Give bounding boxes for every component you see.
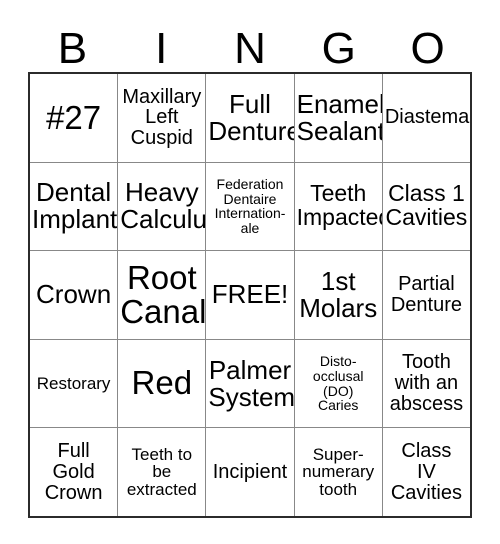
bingo-cell-i4[interactable]: Red bbox=[118, 339, 207, 428]
bingo-cell-label: Enamel Sealant bbox=[296, 88, 383, 146]
bingo-cell-label: Teeth Impacted bbox=[296, 180, 383, 231]
bingo-cell-label: #27 bbox=[46, 98, 102, 136]
bingo-cell-n4[interactable]: Palmer System bbox=[206, 339, 295, 428]
bingo-cell-o2[interactable]: Class 1 Cavities bbox=[382, 162, 471, 251]
bingo-cell-i3[interactable]: Root Canal bbox=[118, 251, 207, 339]
bingo-cell-label: Teeth to be extracted bbox=[126, 444, 197, 499]
bingo-cell-b5[interactable]: Full Gold Crown bbox=[30, 428, 119, 516]
bingo-cell-g3[interactable]: 1st Molars bbox=[294, 251, 383, 339]
bingo-cell-label: Crown bbox=[36, 279, 112, 310]
bingo-header-row: B I N G O bbox=[28, 14, 472, 72]
bingo-free-space-label: FREE! bbox=[211, 279, 289, 310]
bingo-cell-label: Tooth with an abscess bbox=[389, 351, 464, 415]
bingo-cell-label: Red bbox=[131, 364, 193, 402]
bingo-row: Dental Implant Heavy Calculus Federation… bbox=[30, 162, 471, 252]
bingo-cell-i5[interactable]: Teeth to be extracted bbox=[118, 428, 207, 516]
bingo-header-letter-n: N bbox=[234, 24, 266, 73]
bingo-card: B I N G O #27 Maxillary Left Cuspid Full… bbox=[0, 0, 500, 544]
bingo-header-letter-b: B bbox=[57, 24, 88, 73]
bingo-cell-label: Heavy Calculus bbox=[120, 177, 207, 235]
bingo-cell-o5[interactable]: Class IV Cavities bbox=[382, 428, 471, 516]
bingo-cell-b3[interactable]: Crown bbox=[30, 251, 119, 339]
bingo-cell-label: Maxillary Left Cuspid bbox=[122, 85, 202, 150]
bingo-cell-label: 1st Molars bbox=[299, 265, 378, 323]
bingo-cell-label: Incipient bbox=[212, 460, 288, 483]
bingo-cell-n2[interactable]: Federation Dentaire Internation- ale bbox=[206, 162, 295, 251]
bingo-header-letter-g: G bbox=[321, 24, 356, 73]
bingo-cell-g5[interactable]: Super- numerary tooth bbox=[294, 428, 383, 516]
bingo-cell-label: Dental Implant bbox=[32, 177, 118, 235]
bingo-cell-label: Palmer System bbox=[208, 354, 295, 412]
bingo-cell-label: Partial Denture bbox=[390, 273, 462, 316]
bingo-cell-label: Full Denture bbox=[208, 88, 295, 146]
bingo-cell-label: Super- numerary tooth bbox=[302, 444, 375, 499]
bingo-cell-i2[interactable]: Heavy Calculus bbox=[118, 162, 207, 251]
bingo-cell-label: Full Gold Crown bbox=[44, 439, 103, 504]
bingo-cell-g4[interactable]: Disto- occlusal (DO) Caries bbox=[294, 339, 383, 428]
bingo-cell-label: Federation Dentaire Internation- ale bbox=[214, 176, 286, 236]
bingo-cell-o3[interactable]: Partial Denture bbox=[382, 251, 471, 339]
bingo-header-letter-i: I bbox=[155, 24, 168, 73]
bingo-cell-label: Disto- occlusal (DO) Caries bbox=[312, 353, 364, 414]
bingo-row: Crown Root Canal FREE! 1st Molars Partia… bbox=[30, 251, 471, 340]
bingo-cell-i1[interactable]: Maxillary Left Cuspid bbox=[118, 74, 207, 162]
bingo-cell-o1[interactable]: Diastema bbox=[382, 74, 471, 162]
bingo-cell-n1[interactable]: Full Denture bbox=[206, 74, 295, 162]
bingo-cell-n5[interactable]: Incipient bbox=[206, 428, 295, 516]
bingo-header-letter-o: O bbox=[410, 24, 445, 73]
bingo-grid: #27 Maxillary Left Cuspid Full Denture E… bbox=[28, 72, 472, 518]
bingo-row: Full Gold Crown Teeth to be extracted In… bbox=[30, 428, 471, 516]
bingo-cell-label: Class 1 Cavities bbox=[385, 180, 468, 231]
bingo-cell-b2[interactable]: Dental Implant bbox=[30, 162, 119, 251]
bingo-cell-b4[interactable]: Restorary bbox=[30, 339, 119, 428]
bingo-cell-label: Restorary bbox=[36, 373, 111, 393]
bingo-cell-label: Root Canal bbox=[120, 258, 207, 330]
bingo-cell-free-space[interactable]: FREE! bbox=[206, 251, 295, 339]
bingo-cell-g2[interactable]: Teeth Impacted bbox=[294, 162, 383, 251]
bingo-cell-o4[interactable]: Tooth with an abscess bbox=[382, 339, 471, 428]
bingo-cell-g1[interactable]: Enamel Sealant bbox=[294, 74, 383, 162]
bingo-cell-label: Diastema bbox=[384, 106, 470, 129]
bingo-row: Restorary Red Palmer System Disto- occlu… bbox=[30, 339, 471, 429]
bingo-cell-label: Class IV Cavities bbox=[390, 439, 462, 504]
bingo-row: #27 Maxillary Left Cuspid Full Denture E… bbox=[30, 74, 471, 163]
bingo-cell-b1[interactable]: #27 bbox=[30, 74, 119, 162]
